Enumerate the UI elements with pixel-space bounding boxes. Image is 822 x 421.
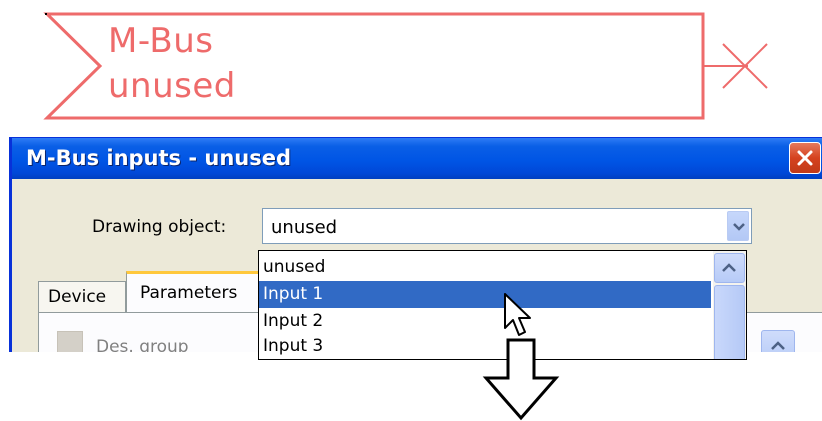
drawing-object-select[interactable]: unused — [262, 208, 752, 244]
dropdown-scroll-thumb[interactable] — [714, 285, 745, 359]
drawing-object-label: Drawing object: — [92, 217, 227, 237]
tab-device-label: Device — [48, 287, 107, 307]
tab-parameters[interactable]: Parameters — [126, 271, 276, 313]
down-arrow-icon — [482, 338, 560, 421]
tab-device[interactable]: Device — [38, 281, 126, 312]
chevron-up-icon — [771, 341, 785, 350]
close-icon — [797, 150, 813, 166]
dropdown-option[interactable]: Input 2 — [259, 308, 711, 335]
chevron-up-icon — [722, 263, 736, 272]
des-group-label: Des. group — [96, 337, 189, 352]
dialog-titlebar[interactable]: M-Bus inputs - unused — [12, 138, 822, 179]
color-swatch[interactable] — [57, 331, 83, 352]
mouse-cursor-icon — [504, 293, 531, 336]
dropdown-scrollbar[interactable] — [713, 251, 746, 359]
block-title: M-Bus — [108, 21, 214, 61]
panel-scroll-up-button[interactable] — [761, 330, 795, 352]
dropdown-toggle-button[interactable] — [727, 211, 749, 241]
mbus-block-shape — [43, 12, 768, 120]
dropdown-option-selected[interactable]: Input 1 — [259, 281, 711, 308]
dialog-title: M-Bus inputs - unused — [26, 146, 292, 170]
tab-parameters-label: Parameters — [140, 283, 238, 303]
close-button[interactable] — [789, 142, 821, 174]
dropdown-scroll-up-button[interactable] — [714, 253, 745, 283]
chevron-down-icon — [733, 223, 745, 231]
dropdown-option[interactable]: unused — [259, 254, 711, 281]
drawing-object-value: unused — [271, 217, 338, 238]
block-subtitle: unused — [108, 66, 236, 106]
